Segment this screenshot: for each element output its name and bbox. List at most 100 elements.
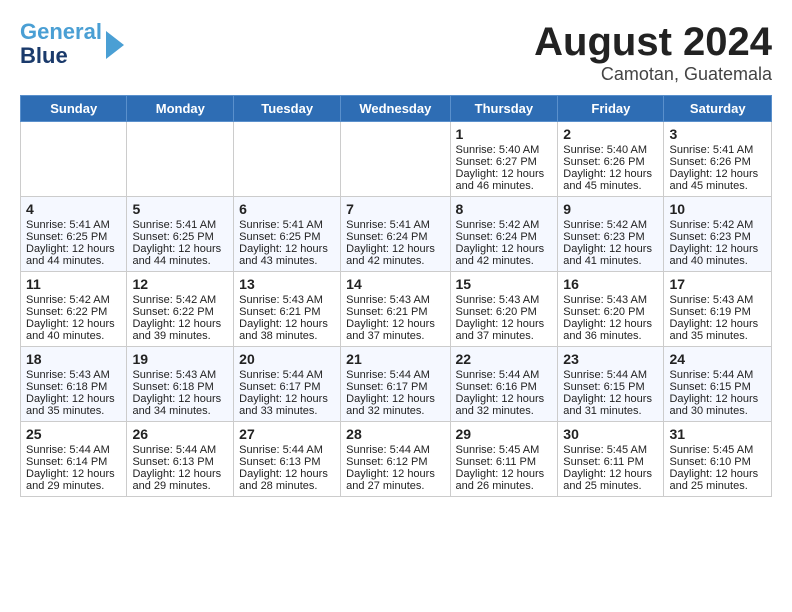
sunrise-text: Sunrise: 5:44 AM — [346, 369, 444, 381]
daylight-text: Daylight: 12 hours and 40 minutes. — [26, 318, 121, 342]
cell-w5-d7: 31Sunrise: 5:45 AMSunset: 6:10 PMDayligh… — [664, 422, 772, 497]
cell-w4-d5: 22Sunrise: 5:44 AMSunset: 6:16 PMDayligh… — [450, 347, 558, 422]
day-number: 19 — [132, 351, 228, 367]
cell-w1-d1 — [21, 122, 127, 197]
day-number: 13 — [239, 276, 335, 292]
sunset-text: Sunset: 6:18 PM — [132, 381, 228, 393]
sunrise-text: Sunrise: 5:44 AM — [346, 444, 444, 456]
daylight-text: Daylight: 12 hours and 39 minutes. — [132, 318, 228, 342]
daylight-text: Daylight: 12 hours and 32 minutes. — [346, 393, 444, 417]
daylight-text: Daylight: 12 hours and 36 minutes. — [563, 318, 658, 342]
sunrise-text: Sunrise: 5:45 AM — [456, 444, 553, 456]
cell-w5-d5: 29Sunrise: 5:45 AMSunset: 6:11 PMDayligh… — [450, 422, 558, 497]
sunrise-text: Sunrise: 5:45 AM — [669, 444, 766, 456]
sunset-text: Sunset: 6:20 PM — [456, 306, 553, 318]
sunset-text: Sunset: 6:13 PM — [239, 456, 335, 468]
sunrise-text: Sunrise: 5:43 AM — [132, 369, 228, 381]
week-row-4: 18Sunrise: 5:43 AMSunset: 6:18 PMDayligh… — [21, 347, 772, 422]
daylight-text: Daylight: 12 hours and 37 minutes. — [456, 318, 553, 342]
logo-text: General — [20, 20, 102, 44]
page: General Blue August 2024 Camotan, Guatem… — [0, 0, 792, 517]
cell-w1-d4 — [341, 122, 450, 197]
daylight-text: Daylight: 12 hours and 34 minutes. — [132, 393, 228, 417]
sunrise-text: Sunrise: 5:42 AM — [132, 294, 228, 306]
cell-w4-d3: 20Sunrise: 5:44 AMSunset: 6:17 PMDayligh… — [234, 347, 341, 422]
cell-w2-d1: 4Sunrise: 5:41 AMSunset: 6:25 PMDaylight… — [21, 197, 127, 272]
day-number: 23 — [563, 351, 658, 367]
cell-w1-d2 — [127, 122, 234, 197]
logo-blue: Blue — [20, 44, 102, 68]
sunset-text: Sunset: 6:10 PM — [669, 456, 766, 468]
sunset-text: Sunset: 6:26 PM — [563, 156, 658, 168]
sunset-text: Sunset: 6:25 PM — [239, 231, 335, 243]
daylight-text: Daylight: 12 hours and 32 minutes. — [456, 393, 553, 417]
daylight-text: Daylight: 12 hours and 25 minutes. — [563, 468, 658, 492]
sunrise-text: Sunrise: 5:42 AM — [669, 219, 766, 231]
sunset-text: Sunset: 6:26 PM — [669, 156, 766, 168]
cell-w4-d4: 21 Sunrise: 5:44 AMSunset: 6:17 PMDayligh… — [341, 347, 450, 422]
calendar-subtitle: Camotan, Guatemala — [534, 64, 772, 85]
week-row-2: 4Sunrise: 5:41 AMSunset: 6:25 PMDaylight… — [21, 197, 772, 272]
sunrise-text: Sunrise: 5:42 AM — [456, 219, 553, 231]
day-number: 29 — [456, 426, 553, 442]
col-saturday: Saturday — [664, 96, 772, 122]
cell-w4-d7: 24Sunrise: 5:44 AMSunset: 6:15 PMDayligh… — [664, 347, 772, 422]
day-number: 12 — [132, 276, 228, 292]
daylight-text: Daylight: 12 hours and 45 minutes. — [669, 168, 766, 192]
day-number: 21 — [346, 351, 444, 367]
col-wednesday: Wednesday — [341, 96, 450, 122]
day-number: 17 — [669, 276, 766, 292]
cell-w1-d6: 2 Sunrise: 5:40 AMSunset: 6:26 PMDaylight… — [558, 122, 664, 197]
col-monday: Monday — [127, 96, 234, 122]
daylight-text: Daylight: 12 hours and 44 minutes. — [26, 243, 121, 267]
daylight-text: Daylight: 12 hours and 27 minutes. — [346, 468, 444, 492]
header: General Blue August 2024 Camotan, Guatem… — [20, 20, 772, 85]
day-number: 24 — [669, 351, 766, 367]
day-number: 2 — [563, 126, 658, 142]
sunset-text: Sunset: 6:21 PM — [346, 306, 444, 318]
week-row-3: 11Sunrise: 5:42 AMSunset: 6:22 PMDayligh… — [21, 272, 772, 347]
cell-w3-d7: 17Sunrise: 5:43 AMSunset: 6:19 PMDayligh… — [664, 272, 772, 347]
title-area: August 2024 Camotan, Guatemala — [534, 20, 772, 85]
day-number: 5 — [132, 201, 228, 217]
sunset-text: Sunset: 6:19 PM — [669, 306, 766, 318]
calendar-title: August 2024 — [534, 20, 772, 64]
sunrise-text: Sunrise: 5:45 AM — [563, 444, 658, 456]
cell-w2-d5: 8Sunrise: 5:42 AMSunset: 6:24 PMDaylight… — [450, 197, 558, 272]
sunset-text: Sunset: 6:12 PM — [346, 456, 444, 468]
cell-w1-d7: 3Sunrise: 5:41 AMSunset: 6:26 PMDaylight… — [664, 122, 772, 197]
sunset-text: Sunset: 6:22 PM — [26, 306, 121, 318]
daylight-text: Daylight: 12 hours and 29 minutes. — [132, 468, 228, 492]
cell-w5-d4: 28Sunrise: 5:44 AMSunset: 6:12 PMDayligh… — [341, 422, 450, 497]
col-sunday: Sunday — [21, 96, 127, 122]
day-number: 14 — [346, 276, 444, 292]
sunrise-text: Sunrise: 5:40 AM — [456, 144, 553, 156]
daylight-text: Daylight: 12 hours and 26 minutes. — [456, 468, 553, 492]
sunrise-text: Sunrise: 5:44 AM — [563, 369, 658, 381]
logo: General Blue — [20, 20, 124, 68]
sunset-text: Sunset: 6:15 PM — [563, 381, 658, 393]
day-number: 8 — [456, 201, 553, 217]
sunrise-text: Sunrise: 5:43 AM — [346, 294, 444, 306]
cell-w3-d3: 13Sunrise: 5:43 AMSunset: 6:21 PMDayligh… — [234, 272, 341, 347]
day-number: 25 — [26, 426, 121, 442]
cell-w3-d2: 12Sunrise: 5:42 AMSunset: 6:22 PMDayligh… — [127, 272, 234, 347]
daylight-text: Daylight: 12 hours and 25 minutes. — [669, 468, 766, 492]
daylight-text: Daylight: 12 hours and 45 minutes. — [563, 168, 658, 192]
sunset-text: Sunset: 6:20 PM — [563, 306, 658, 318]
sunset-text: Sunset: 6:21 PM — [239, 306, 335, 318]
cell-w4-d1: 18Sunrise: 5:43 AMSunset: 6:18 PMDayligh… — [21, 347, 127, 422]
sunset-text: Sunset: 6:17 PM — [346, 381, 444, 393]
daylight-text: Daylight: 12 hours and 42 minutes. — [456, 243, 553, 267]
sunrise-text: Sunrise: 5:41 AM — [239, 219, 335, 231]
sunset-text: Sunset: 6:25 PM — [132, 231, 228, 243]
calendar-body: 1Sunrise: 5:40 AMSunset: 6:27 PMDaylight… — [21, 122, 772, 497]
day-number: 11 — [26, 276, 121, 292]
day-number: 18 — [26, 351, 121, 367]
day-number: 1 — [456, 126, 553, 142]
sunrise-text: Sunrise: 5:40 AM — [563, 144, 658, 156]
daylight-text: Daylight: 12 hours and 44 minutes. — [132, 243, 228, 267]
col-friday: Friday — [558, 96, 664, 122]
sunset-text: Sunset: 6:17 PM — [239, 381, 335, 393]
cell-w4-d6: 23Sunrise: 5:44 AMSunset: 6:15 PMDayligh… — [558, 347, 664, 422]
